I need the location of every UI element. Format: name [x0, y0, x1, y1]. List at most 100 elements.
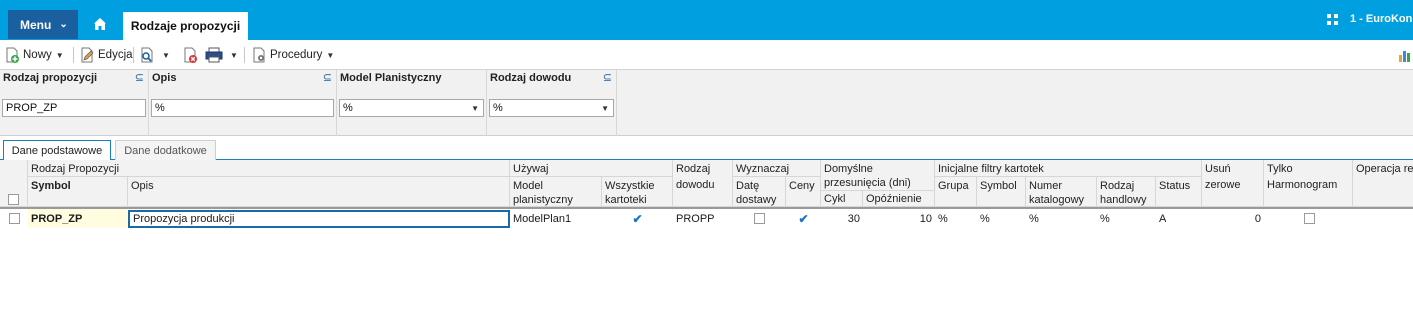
procedures-button[interactable]: Procedury ▼: [251, 45, 334, 65]
cell-rodzaj-dowodu[interactable]: PROPP: [673, 209, 733, 228]
opis-input[interactable]: [151, 99, 334, 117]
data-grid: Rodzaj Propozycji Symbol Opis Używaj Mod…: [0, 160, 1413, 230]
new-button[interactable]: Nowy ▼: [4, 45, 64, 65]
apps-grid-icon[interactable]: [1327, 14, 1338, 25]
delete-button[interactable]: [182, 45, 201, 65]
cell-numer-katalogowy[interactable]: %: [1026, 209, 1097, 228]
header-line: Usuń: [1205, 163, 1231, 175]
filter-model-planistyczny: Model Planistyczny % ▼: [337, 70, 487, 136]
cell-rodzaj-handlowy[interactable]: %: [1097, 209, 1156, 228]
header-line: Rodzaj: [1100, 180, 1135, 192]
cell-model[interactable]: ModelPlan1: [510, 209, 602, 228]
header-opis[interactable]: Opis: [128, 177, 510, 207]
cell-wszystkie-kartoteki[interactable]: ✔: [602, 209, 673, 228]
cell-filter-symbol[interactable]: %: [977, 209, 1026, 228]
cell-status[interactable]: A: [1156, 209, 1202, 228]
header-usun-zerowe[interactable]: Usuń zerowe: [1202, 160, 1264, 207]
filter-label: Model Planistyczny: [340, 72, 442, 84]
rodzaj-propozycji-input[interactable]: [2, 99, 146, 117]
sub-tabs: Dane podstawowe Dane dodatkowe: [0, 138, 1413, 161]
header-line: Wszystkie: [605, 180, 655, 192]
header-ceny[interactable]: Ceny: [786, 177, 821, 207]
top-bar: Menu ⌄ Rodzaje propozycji 1 - EuroKonk: [0, 0, 1413, 40]
tab-dane-podstawowe[interactable]: Dane podstawowe: [3, 140, 111, 161]
select-all-checkbox[interactable]: [8, 194, 19, 205]
header-operacja[interactable]: Operacja re: [1353, 160, 1413, 207]
select-value: %: [493, 102, 503, 114]
pin-icon[interactable]: ⊆: [603, 71, 612, 84]
new-document-icon: [6, 47, 19, 63]
header-model[interactable]: Model planistyczny: [510, 177, 602, 207]
cell-opoznienie[interactable]: 10: [863, 209, 935, 228]
toolbar-divider: [73, 47, 74, 63]
preview-button[interactable]: ▼: [139, 45, 170, 65]
model-planistyczny-select[interactable]: % ▼: [339, 99, 484, 117]
date-dostawy-checkbox[interactable]: [754, 213, 765, 224]
home-icon: [94, 18, 106, 30]
menu-button[interactable]: Menu ⌄: [8, 10, 78, 39]
header-filter-symbol[interactable]: Symbol: [977, 177, 1026, 207]
menu-label: Menu: [20, 17, 52, 32]
cell-ceny[interactable]: ✔: [786, 209, 821, 228]
printer-icon: [205, 47, 223, 63]
pin-icon[interactable]: ⊆: [323, 71, 332, 84]
header-rodzaj-dowodu[interactable]: Rodzaj dowodu: [673, 160, 733, 207]
cell-usun-zerowe[interactable]: 0: [1202, 209, 1264, 228]
tylko-harmonogram-checkbox[interactable]: [1304, 213, 1315, 224]
header-group-domyslne: Domyślne przesunięcia (dni): [821, 160, 935, 191]
select-value: %: [343, 102, 353, 114]
header-line: Numer: [1029, 180, 1063, 192]
procedures-label: Procedury: [270, 49, 323, 61]
chevron-down-icon[interactable]: ▼: [162, 51, 170, 60]
header-rodzaj-handlowy[interactable]: Rodzaj handlowy: [1097, 177, 1156, 207]
toolbar-divider: [133, 47, 134, 63]
header-line: Tylko: [1267, 163, 1293, 175]
chart-icon[interactable]: [1398, 47, 1413, 62]
company-name[interactable]: 1 - EuroKonk: [1350, 13, 1413, 25]
cell-symbol[interactable]: PROP_ZP: [28, 209, 128, 228]
tab-rodzaje-propozycji[interactable]: Rodzaje propozycji: [123, 12, 248, 40]
cell-date-dostawy[interactable]: [733, 209, 786, 228]
cell-cykl[interactable]: 30: [821, 209, 863, 228]
header-line: Rodzaj: [676, 163, 711, 175]
header-grupa[interactable]: Grupa: [935, 177, 977, 207]
header-cykl[interactable]: Cykl: [821, 191, 863, 207]
filter-label: Rodzaj propozycji: [3, 72, 98, 84]
checkmark-icon: ✔: [798, 211, 809, 226]
tab-dane-dodatkowe[interactable]: Dane dodatkowe: [115, 140, 216, 161]
edit-button[interactable]: Edycja: [79, 45, 133, 65]
header-line: Domyślne: [824, 163, 873, 175]
header-line: katalogowy: [1029, 194, 1085, 206]
edit-label: Edycja: [98, 49, 133, 61]
chevron-down-icon[interactable]: ▼: [230, 51, 238, 60]
header-tylko-harmonogram[interactable]: Tylko Harmonogram: [1264, 160, 1353, 207]
header-wszystkie-kartoteki[interactable]: Wszystkie kartoteki: [602, 177, 673, 207]
cell-grupa[interactable]: %: [935, 209, 977, 228]
row-checkbox[interactable]: [8, 213, 20, 224]
header-line: Model: [513, 180, 543, 192]
header-line: planistyczny: [513, 194, 573, 206]
cell-opis-editor[interactable]: Propozycja produkcji: [128, 210, 510, 228]
chevron-down-icon[interactable]: ▼: [56, 51, 64, 60]
header-group-filtry: Inicjalne filtry kartotek: [935, 160, 1202, 177]
row-select-cell: [0, 209, 28, 228]
header-numer-katalogowy[interactable]: Numer katalogowy: [1026, 177, 1097, 207]
header-line: dostawy: [736, 194, 777, 206]
print-button[interactable]: ▼: [205, 45, 238, 65]
cell-tylko-harmonogram[interactable]: [1264, 209, 1353, 228]
search-document-icon: [141, 47, 153, 63]
chevron-down-icon[interactable]: ▼: [326, 51, 334, 60]
header-group-wyznaczaj: Wyznaczaj: [733, 160, 821, 177]
gear-document-icon: [253, 47, 265, 63]
filter-rodzaj-propozycji: Rodzaj propozycji ⊆: [0, 70, 149, 136]
home-button[interactable]: [88, 13, 112, 37]
header-opoznienie[interactable]: Opóźnienie: [863, 191, 935, 207]
header-status[interactable]: Status: [1156, 177, 1202, 207]
filter-panel: Rodzaj propozycji ⊆ Opis ⊆ Model Planist…: [0, 70, 1413, 136]
chevron-down-icon: ▼: [471, 104, 479, 113]
header-symbol[interactable]: Symbol: [28, 177, 128, 207]
pin-icon[interactable]: ⊆: [135, 71, 144, 84]
rodzaj-dowodu-select[interactable]: % ▼: [489, 99, 614, 117]
header-date-dostawy[interactable]: Datę dostawy: [733, 177, 786, 207]
header-line: zerowe: [1205, 179, 1241, 191]
